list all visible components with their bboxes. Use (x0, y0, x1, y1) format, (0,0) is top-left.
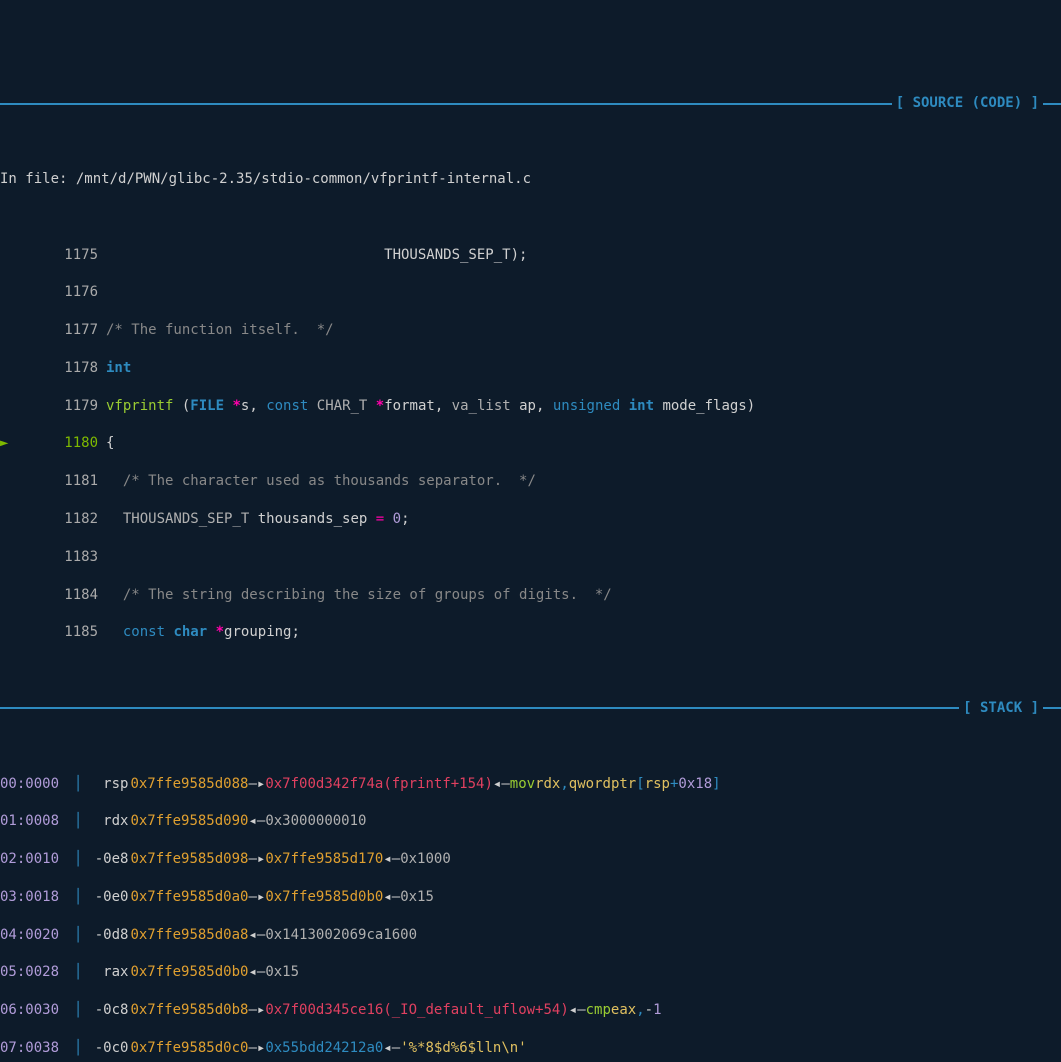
stack-row-7: 07:0038│-0c0 0x7ffe9585d0c0 —▸ 0x55bdd24… (0, 1039, 1061, 1058)
src-row-1185: 1185 const char *grouping; (0, 623, 1061, 642)
stack-row-1: 01:0008│rdx 0x7ffe9585d090 ◂— 0x30000000… (0, 812, 1061, 831)
stack-row-4: 04:0020│-0d8 0x7ffe9585d0a8 ◂— 0x1413002… (0, 926, 1061, 945)
src-row-1175: 1175 THOUSANDS_SEP_T); (0, 246, 1061, 265)
stack-row-5: 05:0028│rax 0x7ffe9585d0b0 ◂— 0x15 (0, 963, 1061, 982)
stack-label: STACK (980, 700, 1022, 716)
src-row-1178: 1178int (0, 359, 1061, 378)
file-path: /mnt/d/PWN/glibc-2.35/stdio-common/vfpri… (76, 171, 531, 187)
stack-row-6: 06:0030│-0c8 0x7ffe9585d0b8 —▸ 0x7f00d34… (0, 1001, 1061, 1020)
src-row-1183: 1183 (0, 548, 1061, 567)
stack-row-2: 02:0010│-0e8 0x7ffe9585d098 —▸ 0x7ffe958… (0, 850, 1061, 869)
current-line-arrow-icon: ► (0, 434, 16, 453)
src-row-1184: 1184 /* The string describing the size o… (0, 586, 1061, 605)
src-row-1182: 1182 THOUSANDS_SEP_T thousands_sep = 0; (0, 510, 1061, 529)
source-header: [ SOURCE (CODE) ] (0, 94, 1061, 113)
source-label: SOURCE (CODE) (913, 95, 1023, 111)
src-row-1180-current: ►1180{ (0, 434, 1061, 453)
src-row-1179: 1179vfprintf (FILE *s, const CHAR_T *for… (0, 397, 1061, 416)
src-row-1176: 1176 (0, 283, 1061, 302)
stack-header: [ STACK ] (0, 699, 1061, 718)
src-row-1177: 1177/* The function itself. */ (0, 321, 1061, 340)
stack-row-0: 00:0000│rsp 0x7ffe9585d088 —▸ 0x7f00d342… (0, 775, 1061, 794)
src-row-1181: 1181 /* The character used as thousands … (0, 472, 1061, 491)
file-line: In file: /mnt/d/PWN/glibc-2.35/stdio-com… (0, 170, 1061, 189)
stack-row-3: 03:0018│-0e0 0x7ffe9585d0a0 —▸ 0x7ffe958… (0, 888, 1061, 907)
